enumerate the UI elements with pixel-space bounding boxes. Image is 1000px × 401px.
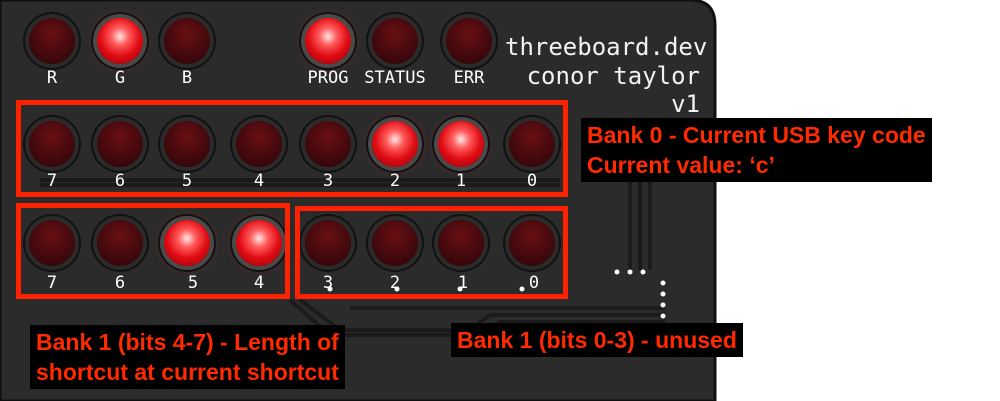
led-r (29, 18, 75, 64)
led-err-label: ERR (453, 68, 485, 88)
bank0-callout-line2: Current value: ‘c’ (587, 152, 775, 178)
bank0-highlight-box (16, 100, 568, 197)
bank1-high-callout: Bank 1 (bits 4-7) - Length of shortcut a… (30, 325, 345, 389)
led-b (164, 18, 210, 64)
led-status-label: STATUS (364, 68, 426, 88)
led-prog-label: PROG (307, 68, 349, 88)
bank1-high-callout-line2: shortcut at current shortcut (36, 359, 339, 385)
led-err (446, 18, 492, 64)
brand-author: conor taylor (526, 62, 700, 90)
led-b-label: B (181, 68, 193, 88)
led-prog (305, 18, 351, 64)
led-g (97, 18, 143, 64)
led-status (372, 18, 418, 64)
bank1-low-callout: Bank 1 (bits 0-3) - unused (451, 323, 743, 357)
bank1-low-highlight-box (295, 206, 568, 299)
bank0-callout-line1: Bank 0 - Current USB key code (587, 122, 926, 148)
led-g-label: G (114, 68, 126, 88)
brand-url: threeboard.dev (505, 33, 708, 61)
bank1-low-callout-text: Bank 1 (bits 0-3) - unused (457, 327, 737, 353)
bank1-high-highlight-box (16, 203, 290, 299)
led-r-label: R (46, 68, 58, 88)
bank1-high-callout-line1: Bank 1 (bits 4-7) - Length of (36, 329, 339, 355)
bank0-callout: Bank 0 - Current USB key code Current va… (581, 118, 932, 182)
